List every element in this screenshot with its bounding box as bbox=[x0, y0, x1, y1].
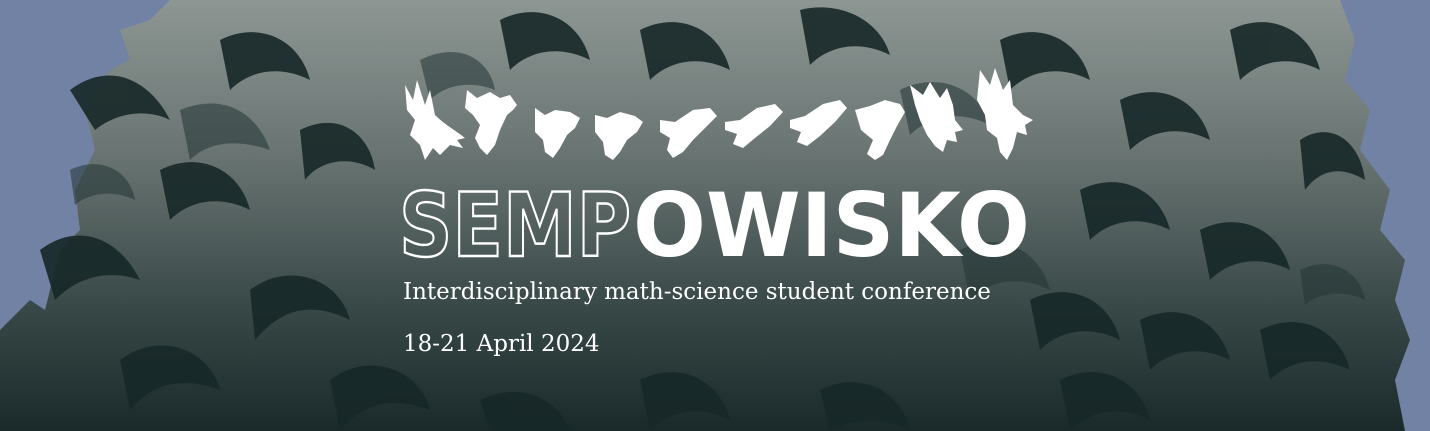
conference-banner: SEMP OWISKO Interdisciplinary math-scien… bbox=[0, 0, 1430, 431]
title-outline-part: SEMP bbox=[399, 176, 631, 266]
title-solid-part: OWISKO bbox=[633, 176, 1030, 266]
conference-subtitle: Interdisciplinary math-science student c… bbox=[403, 279, 991, 305]
eagle-flight-sequence-icon bbox=[405, 68, 1033, 160]
conference-dates: 18-21 April 2024 bbox=[403, 331, 600, 357]
conference-title-logo: SEMP OWISKO bbox=[398, 176, 1030, 266]
